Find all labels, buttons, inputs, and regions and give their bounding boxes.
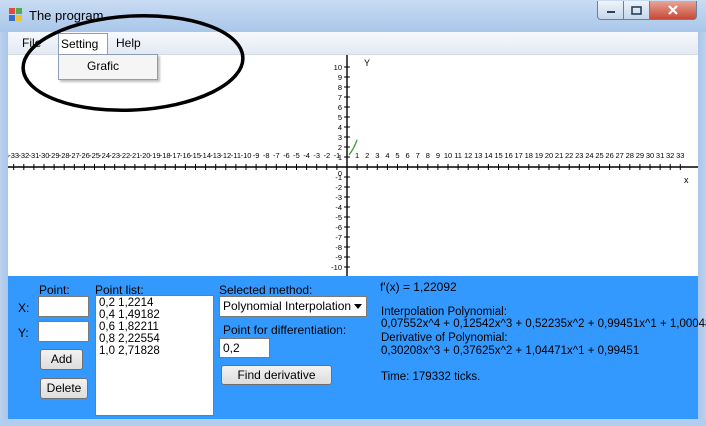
method-select-value: Polynomial Interpolation: [223, 299, 352, 313]
method-select[interactable]: Polynomial Interpolation: [219, 296, 367, 317]
deriv-title: Derivative of Polynomial:: [381, 332, 508, 344]
diff-label: Point for differentiation:: [223, 323, 347, 337]
delete-button[interactable]: Delete: [40, 378, 88, 399]
control-panel: Point: X: Y: Add Delete Point list: 0,2 …: [8, 276, 706, 419]
x-label: X:: [18, 301, 30, 315]
annotation-ellipse: [21, 13, 245, 113]
list-item[interactable]: 0,6 1,82211: [99, 321, 210, 333]
list-item[interactable]: 1,0 2,71828: [99, 345, 210, 357]
interp-title: Interpolation Polynomial:: [381, 306, 507, 318]
time-text: Time: 179332 ticks.: [381, 371, 481, 383]
list-item[interactable]: 0,2 1,2214: [99, 297, 210, 309]
y-input[interactable]: [38, 321, 89, 342]
point-listbox[interactable]: 0,2 1,2214 0,4 1,49182 0,6 1,82211 0,8 2…: [95, 295, 214, 416]
point-label: Point:: [39, 283, 70, 297]
add-button[interactable]: Add: [40, 349, 83, 370]
list-item[interactable]: 0,4 1,49182: [99, 309, 210, 321]
list-item[interactable]: 0,8 2,22554: [99, 333, 210, 345]
find-derivative-button[interactable]: Find derivative: [221, 365, 332, 385]
diff-point-input[interactable]: 0,2: [219, 338, 270, 358]
method-label: Selected method:: [219, 283, 313, 297]
x-input[interactable]: [38, 296, 89, 317]
chevron-down-icon: [354, 304, 362, 309]
interp-polynomial: 0,07552x^4 + 0,12542x^3 + 0,52235x^2 + 0…: [381, 318, 706, 330]
result-text: f'(x) = 1,22092: [380, 280, 457, 294]
y-label: Y:: [18, 326, 29, 340]
deriv-polynomial: 0,30208x^3 + 0,37625x^2 + 1,04471x^1 + 0…: [381, 345, 640, 357]
